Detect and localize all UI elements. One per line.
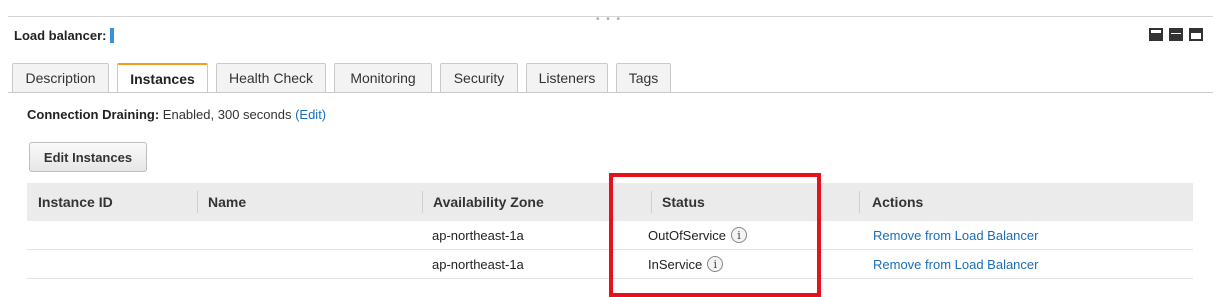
- column-header-instance-id[interactable]: Instance ID: [38, 183, 113, 221]
- tab-health-check[interactable]: Health Check: [216, 63, 326, 92]
- column-divider: [859, 191, 860, 213]
- load-balancer-name-marker: [110, 28, 115, 43]
- page-title-label: Load balancer:: [14, 28, 107, 43]
- column-header-availability-zone[interactable]: Availability Zone: [433, 183, 544, 221]
- column-header-name[interactable]: Name: [208, 183, 246, 221]
- column-divider: [422, 191, 423, 213]
- column-header-actions[interactable]: Actions: [872, 183, 923, 221]
- view-split-panel-icon[interactable]: [1169, 28, 1183, 41]
- detail-tabs: Description Instances Health Check Monit…: [12, 63, 671, 93]
- connection-draining-value: Enabled, 300 seconds: [162, 107, 292, 122]
- page-title: Load balancer:: [14, 28, 115, 43]
- connection-draining-label: Connection Draining:: [27, 107, 160, 122]
- view-bottom-panel-icon[interactable]: [1149, 28, 1163, 41]
- zone-cell: ap-northeast-1a: [432, 256, 524, 272]
- tab-listeners[interactable]: Listeners: [526, 63, 608, 92]
- resize-handle-icon[interactable]: • • •: [596, 15, 622, 25]
- connection-draining-edit-link[interactable]: (Edit): [295, 107, 326, 122]
- remove-from-load-balancer-link[interactable]: Remove from Load Balancer: [873, 228, 1038, 243]
- edit-instances-button[interactable]: Edit Instances: [29, 142, 147, 172]
- column-divider: [197, 191, 198, 213]
- view-mode-toolbar: [1149, 28, 1203, 41]
- connection-draining: Connection Draining: Enabled, 300 second…: [27, 107, 326, 122]
- tab-monitoring[interactable]: Monitoring: [334, 63, 432, 92]
- action-cell: Remove from Load Balancer: [873, 250, 1038, 278]
- tab-instances[interactable]: Instances: [117, 63, 208, 93]
- tab-security[interactable]: Security: [440, 63, 518, 92]
- remove-from-load-balancer-link[interactable]: Remove from Load Balancer: [873, 257, 1038, 272]
- action-cell: Remove from Load Balancer: [873, 221, 1038, 249]
- status-highlight-box: [609, 173, 821, 297]
- tab-description[interactable]: Description: [12, 63, 109, 92]
- tab-baseline: [8, 92, 1213, 93]
- view-top-panel-icon[interactable]: [1189, 28, 1203, 41]
- tab-tags[interactable]: Tags: [616, 63, 671, 92]
- zone-cell: ap-northeast-1a: [432, 227, 524, 243]
